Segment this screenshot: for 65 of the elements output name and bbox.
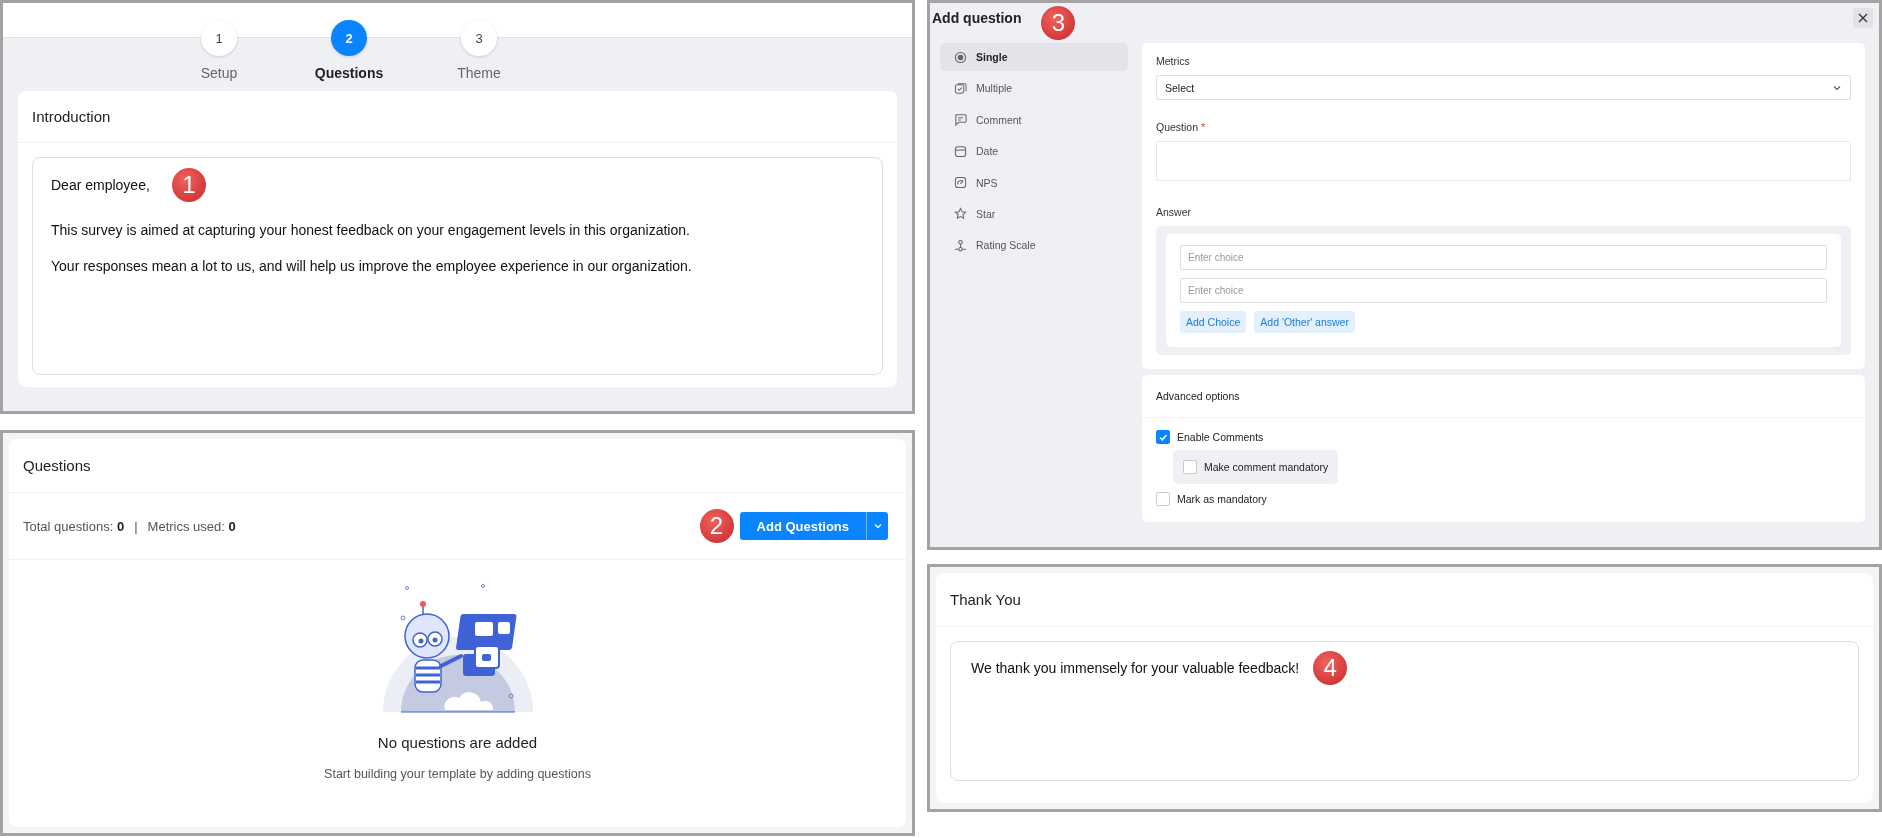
choice-input[interactable]: Enter choice — [1180, 278, 1827, 303]
close-button[interactable] — [1853, 8, 1873, 28]
callout-badge: 4 — [1313, 651, 1348, 685]
callout-badge: 1 — [171, 168, 206, 202]
dropdown-button[interactable] — [866, 512, 888, 540]
choice-input[interactable]: Enter choice — [1180, 245, 1827, 270]
option-label: Mark as mandatory — [1177, 493, 1267, 505]
step-number: 1 — [201, 20, 237, 56]
step-label: Questions — [314, 65, 384, 81]
speech-bubble-icon — [954, 113, 967, 127]
field-label: Answer — [1156, 206, 1191, 218]
empty-state-subtitle: Start building your template by adding questions — [324, 767, 591, 781]
question-type-item[interactable]: Comment — [940, 105, 1128, 134]
text-editor[interactable]: We thank you immensely for your valuable feedback! 4 — [950, 641, 1859, 781]
question-type-item[interactable]: Single — [940, 43, 1128, 71]
text-editor[interactable] — [32, 157, 883, 375]
checkmark-icon — [1158, 432, 1168, 442]
option-label: Make comment mandatory — [1204, 461, 1329, 473]
add-questions-button[interactable]: Add Questions — [739, 512, 866, 540]
metrics-dropdown[interactable]: Select — [1156, 75, 1851, 100]
question-type-item[interactable]: Multiple — [940, 74, 1128, 103]
callout-badge: 3 — [1041, 6, 1076, 40]
step-label: Setup — [200, 65, 238, 81]
paragraph: This survey is aimed at capturing your honest feedback on your engagement levels in this organization. — [51, 222, 690, 238]
question-type-item[interactable]: Rating Scale — [940, 231, 1128, 260]
question-type-item[interactable]: Date — [940, 137, 1128, 166]
dialog-title: Add question — [932, 10, 1022, 26]
separator: | — [134, 518, 138, 534]
paragraph: Your responses mean a lot to us, and will help us improve the employee experience in our organization. — [51, 258, 692, 274]
stat-text: Metrics used: 0 — [147, 518, 236, 534]
calendar-icon — [954, 144, 967, 158]
radio-icon — [954, 50, 967, 64]
checkbox[interactable] — [1156, 492, 1170, 506]
card-title: Thank You — [936, 573, 1873, 627]
step-number: 3 — [461, 20, 497, 56]
message-text: We thank you immensely for your valuable feedback! — [971, 660, 1300, 676]
step-tab[interactable]: 3 Theme — [414, 3, 544, 91]
slider-icon — [954, 238, 967, 252]
question-input[interactable] — [1156, 141, 1851, 181]
field-label: Question — [1156, 121, 1199, 133]
close-icon — [1857, 12, 1869, 24]
add-other-button[interactable]: Add 'Other' answer — [1254, 311, 1355, 333]
card-title: Advanced options — [1142, 375, 1865, 418]
field-label: Metrics — [1156, 55, 1190, 67]
gauge-icon — [954, 176, 967, 190]
checkbox-icon — [954, 81, 967, 95]
step-number: 2 — [331, 20, 367, 56]
caret-icon — [872, 521, 883, 531]
option-label: Enable Comments — [1177, 431, 1264, 443]
required-mark: * — [1201, 121, 1206, 133]
add-choice-button[interactable]: Add Choice — [1180, 311, 1247, 333]
checkbox[interactable] — [1156, 430, 1170, 444]
step-tab[interactable]: 1 Setup — [154, 3, 284, 91]
checkbox[interactable] — [1183, 460, 1197, 474]
empty-state-title: No questions are added — [377, 734, 538, 751]
stat-text: Total questions: 0 — [23, 518, 125, 534]
card-title: Introduction — [18, 91, 897, 143]
step-tab[interactable]: 2 Questions — [284, 3, 414, 91]
star-icon — [954, 207, 967, 221]
question-type-item[interactable]: Star — [940, 199, 1128, 228]
paragraph: Dear employee, — [51, 177, 150, 193]
card-title: Questions — [9, 439, 906, 493]
step-label: Theme — [457, 65, 501, 81]
callout-badge: 2 — [699, 509, 734, 543]
question-type-item[interactable]: NPS — [940, 168, 1128, 197]
